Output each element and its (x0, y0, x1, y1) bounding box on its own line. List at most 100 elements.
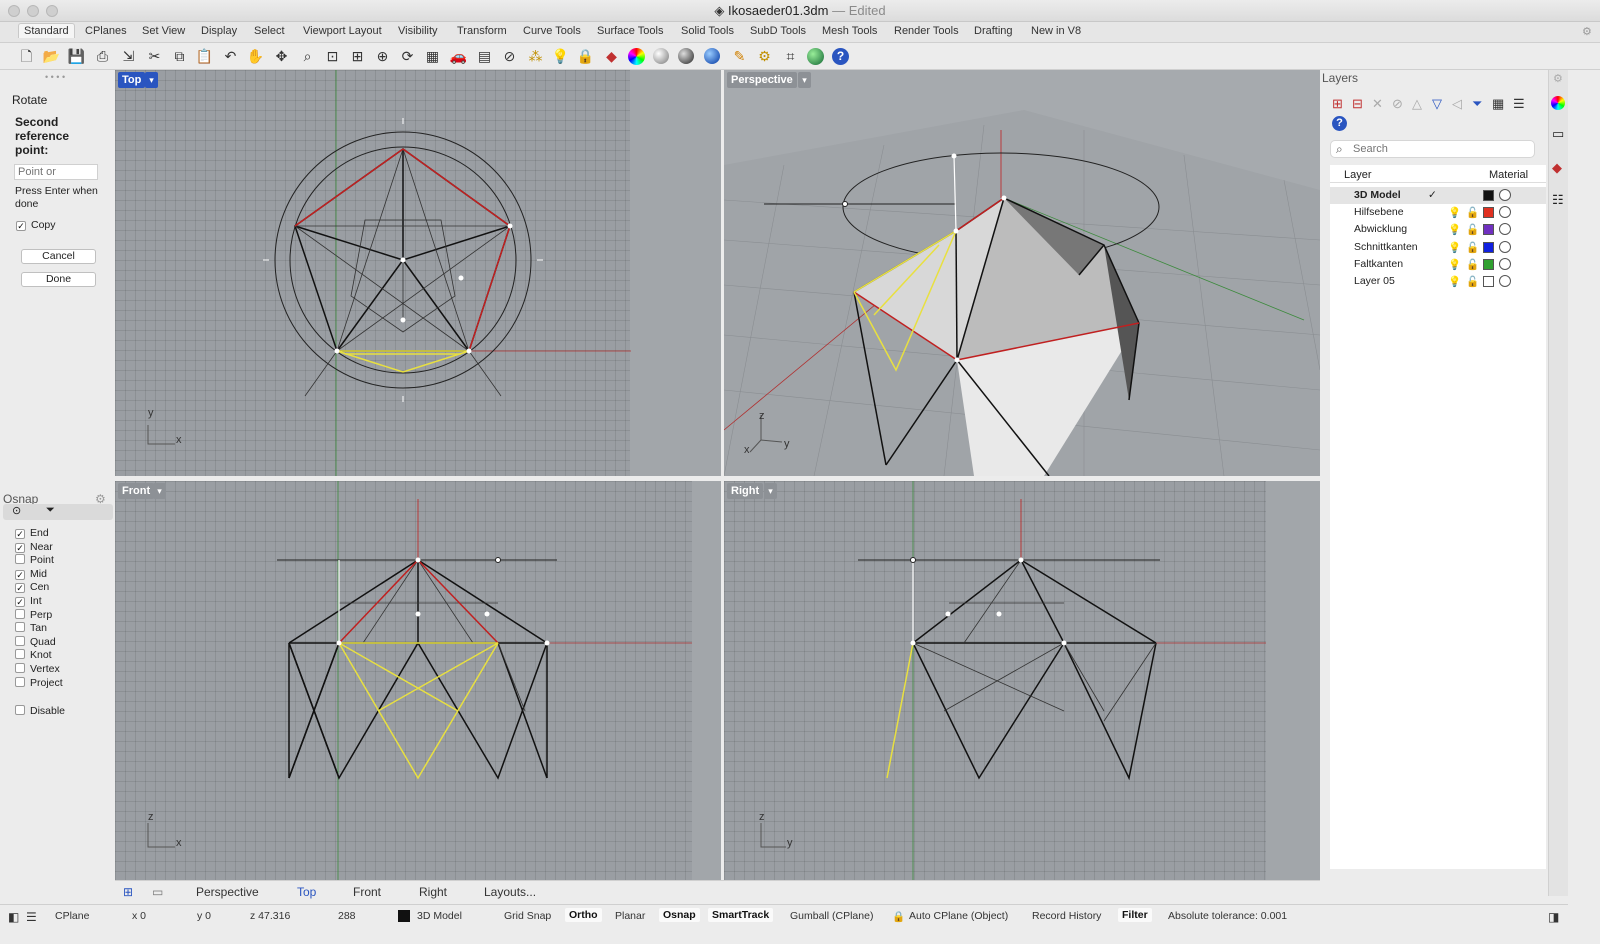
zoom-extents-icon[interactable]: ⊞ (348, 47, 367, 66)
rendered-sphere-icon[interactable] (677, 47, 696, 66)
light-bulb-icon[interactable]: 💡 (1448, 275, 1461, 288)
view-tab-perspective[interactable]: Perspective (196, 885, 259, 899)
properties-tab-icon[interactable]: ☷ (1552, 192, 1564, 208)
status-record-history[interactable]: Record History (1032, 910, 1101, 922)
viewport-title-front[interactable]: Front (118, 483, 155, 499)
save-icon[interactable]: 💾 (67, 47, 86, 66)
sidebar-toggle-icon[interactable]: ◧ (8, 910, 19, 924)
copy-icon[interactable]: ⧉ (170, 47, 189, 66)
status-osnap[interactable]: Osnap (659, 908, 700, 922)
disable-checkbox[interactable]: Disable (15, 705, 65, 717)
table-icon[interactable]: ▦ (1492, 96, 1504, 112)
checkbox-box[interactable] (15, 635, 25, 646)
help-icon[interactable]: ? (831, 47, 850, 66)
viewport-right[interactable]: Right ▾ z y (724, 481, 1320, 880)
osnap-knot-checkbox[interactable]: Knot (15, 649, 52, 661)
mesh-icon[interactable]: ▤ (475, 47, 494, 66)
tab-subd-tools[interactable]: SubD Tools (750, 25, 806, 37)
panel-toggle-icon[interactable]: ◨ (1548, 910, 1559, 924)
status-filter[interactable]: Filter (1118, 908, 1152, 922)
material-circle-icon[interactable] (1499, 223, 1511, 236)
light-bulb-icon[interactable]: 💡 (1448, 223, 1461, 236)
points-icon[interactable]: ⁂ (526, 47, 545, 66)
layer-row[interactable]: Abwicklung 💡 🔓 (1330, 221, 1546, 238)
material-circle-icon[interactable] (1499, 240, 1511, 253)
layer-search-box[interactable]: ⌕ (1330, 140, 1535, 158)
checkbox-box[interactable]: ✓ (15, 529, 25, 539)
panel-grip-icon[interactable]: • • • • (45, 72, 65, 82)
status-cplane[interactable]: CPlane (55, 910, 89, 922)
tab-standard[interactable]: Standard (18, 23, 75, 38)
material-circle-icon[interactable] (1499, 257, 1511, 270)
copy-checkbox[interactable]: ✓ Copy (16, 219, 56, 231)
viewport-top[interactable]: Top ▾ y x (115, 70, 721, 476)
status-gumball[interactable]: Gumball (CPlane) (790, 910, 873, 922)
layer-name[interactable]: Schnittkanten (1354, 241, 1418, 253)
viewport-title-right[interactable]: Right (727, 483, 764, 499)
lock-open-icon[interactable]: 🔓 (1466, 241, 1479, 254)
osnap-end-checkbox[interactable]: ✓ End (15, 527, 49, 539)
zoom-window-icon[interactable]: ⊡ (323, 47, 342, 66)
blue-sphere-icon[interactable] (703, 47, 722, 66)
command-input[interactable] (14, 164, 98, 180)
chevron-down-icon[interactable]: ▾ (798, 72, 811, 88)
layer-row[interactable]: Layer 05 💡 🔓 (1330, 273, 1546, 290)
status-grid-snap[interactable]: Grid Snap (504, 910, 551, 922)
checkbox-box[interactable] (15, 676, 25, 687)
osnap-near-checkbox[interactable]: ✓ Near (15, 541, 53, 553)
lock-open-icon[interactable]: 🔓 (1466, 258, 1479, 271)
osnap-tan-checkbox[interactable]: Tan (15, 622, 47, 634)
view-tab-layouts[interactable]: Layouts... (484, 885, 536, 899)
delete-layer-icon[interactable]: ✕ (1372, 96, 1383, 112)
checkbox-box[interactable]: ✓ (15, 542, 25, 553)
osnap-cen-checkbox[interactable]: ✓ Cen (15, 581, 49, 594)
layer-color-swatch[interactable] (1483, 241, 1494, 253)
checkbox-box[interactable]: ✓ (15, 569, 25, 580)
lock-open-icon[interactable]: 🔓 (1466, 275, 1479, 288)
snap-icon[interactable]: ⌗ (781, 47, 800, 66)
display-icon[interactable]: ▭ (1552, 126, 1564, 142)
paste-icon[interactable]: 📋 (195, 47, 214, 66)
layer-color-swatch[interactable] (1483, 224, 1494, 236)
osnap-vertex-checkbox[interactable]: Vertex (15, 663, 60, 675)
status-ortho[interactable]: Ortho (565, 908, 602, 922)
view-tab-front[interactable]: Front (353, 885, 381, 899)
checkbox-box[interactable]: ✓ (15, 597, 25, 607)
osnap-project-checkbox[interactable]: Project (15, 676, 63, 689)
checkbox-box[interactable] (15, 649, 25, 660)
tab-solid-tools[interactable]: Solid Tools (681, 25, 734, 37)
layer-name[interactable]: 3D Model (1354, 189, 1401, 201)
move-down-icon[interactable]: ▽ (1432, 96, 1442, 112)
checkbox-box[interactable] (15, 554, 25, 565)
layer-name[interactable]: Hilfsebene (1354, 206, 1404, 218)
light-icon[interactable]: 💡 (551, 47, 570, 66)
color-wheel-icon[interactable] (627, 47, 646, 66)
layer-row[interactable]: Hilfsebene 💡 🔓 (1330, 204, 1546, 221)
zoom-icon[interactable]: ⌕ (298, 47, 317, 66)
lock-icon[interactable]: 🔒 (576, 47, 595, 66)
osnap-mid-checkbox[interactable]: ✓ Mid (15, 568, 47, 580)
layer-color-swatch[interactable] (1483, 276, 1494, 287)
tab-visibility[interactable]: Visibility (398, 25, 438, 37)
new-sublayer-icon[interactable]: ⊟ (1352, 96, 1363, 112)
tab-cplanes[interactable]: CPlanes (85, 25, 127, 37)
previous-icon[interactable]: ◁ (1452, 96, 1462, 112)
tab-new-in-v8[interactable]: New in V8 (1031, 25, 1081, 37)
tab-select[interactable]: Select (254, 25, 285, 37)
filter-icon[interactable]: ⏷ (46, 504, 55, 517)
layer-row[interactable]: Faltkanten 💡 🔓 (1330, 256, 1546, 273)
material-circle-icon[interactable] (1499, 275, 1511, 287)
undo-icon[interactable]: ↶ (221, 47, 240, 66)
print-icon[interactable]: ⎙ (93, 47, 112, 66)
layer-name[interactable]: Abwicklung (1354, 223, 1407, 235)
single-layout-icon[interactable]: ▭ (152, 885, 163, 899)
layer-search-input[interactable] (1353, 142, 1523, 156)
viewport-title-top[interactable]: Top (118, 72, 146, 88)
car-icon[interactable]: 🚗 (449, 47, 468, 66)
chevron-down-icon[interactable]: ▾ (145, 72, 158, 88)
gear-icon[interactable]: ⚙ (755, 47, 774, 66)
tab-transform[interactable]: Transform (457, 25, 507, 37)
rotate-view-icon[interactable]: ✥ (272, 47, 291, 66)
material-circle-icon[interactable] (1499, 189, 1511, 201)
color-wheel-icon[interactable] (1551, 96, 1565, 110)
